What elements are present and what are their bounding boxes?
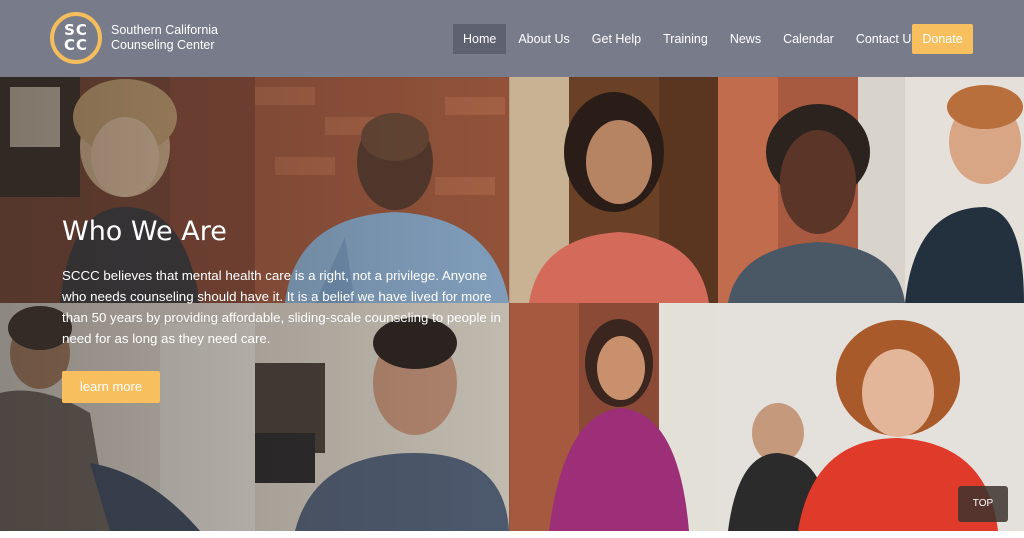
photo-man-glasses bbox=[905, 77, 1024, 303]
donate-button[interactable]: Donate bbox=[912, 24, 973, 54]
photo-woman-cardigan bbox=[718, 77, 905, 303]
nav-training[interactable]: Training bbox=[653, 24, 718, 54]
learn-more-button[interactable]: learn more bbox=[62, 371, 160, 403]
logo-mark: SCCC bbox=[63, 21, 89, 54]
photo-woman-red-top bbox=[509, 77, 718, 303]
site-logo[interactable]: SCCC Southern California Counseling Cent… bbox=[50, 12, 230, 64]
page-bottom-strip bbox=[0, 531, 1024, 538]
back-to-top-button[interactable]: TOP bbox=[958, 486, 1008, 522]
hero-body: SCCC believes that mental health care is… bbox=[62, 268, 501, 346]
org-name: Southern California Counseling Center bbox=[111, 23, 219, 52]
hero-title: Who We Are bbox=[62, 216, 227, 247]
nav-home[interactable]: Home bbox=[453, 24, 507, 54]
nav-get-help[interactable]: Get Help bbox=[582, 24, 651, 54]
photo-woman-floral-dress bbox=[509, 303, 718, 531]
site-header: SCCC Southern California Counseling Cent… bbox=[0, 0, 1024, 77]
logo-circle-icon: SCCC bbox=[50, 12, 102, 64]
nav-news[interactable]: News bbox=[720, 24, 771, 54]
nav-about-us[interactable]: About Us bbox=[508, 24, 579, 54]
main-nav: Home About Us Get Help Training News Cal… bbox=[453, 24, 930, 54]
nav-calendar[interactable]: Calendar bbox=[773, 24, 844, 54]
